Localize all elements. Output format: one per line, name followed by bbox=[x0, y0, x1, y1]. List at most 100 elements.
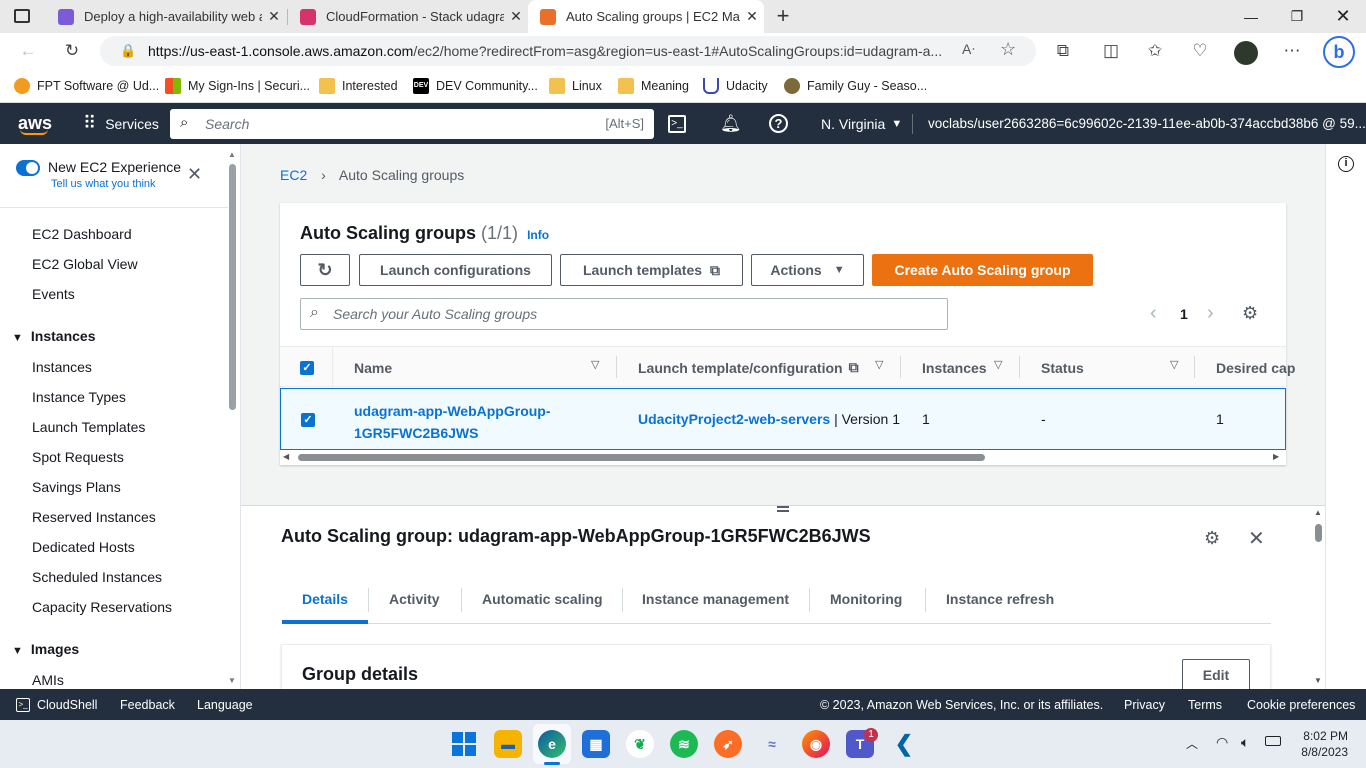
help-icon[interactable]: ? bbox=[769, 103, 788, 144]
tab-automatic-scaling[interactable]: Automatic scaling bbox=[482, 574, 603, 624]
windows-start-icon[interactable] bbox=[452, 732, 476, 756]
scroll-right-icon[interactable]: ▶ bbox=[1273, 452, 1279, 461]
breadcrumb-ec2[interactable]: EC2 bbox=[280, 167, 307, 183]
edit-button[interactable]: Edit bbox=[1182, 659, 1250, 689]
sort-icon[interactable]: ▽ bbox=[1170, 358, 1178, 371]
cloudshell-icon[interactable]: >_ bbox=[668, 103, 686, 144]
column-header-name[interactable]: Name bbox=[354, 347, 392, 388]
favorite-fpt[interactable]: FPT Software @ Ud... bbox=[14, 76, 159, 96]
url-field[interactable]: 🔒 https://us-east-1.console.aws.amazon.c… bbox=[100, 36, 1036, 66]
notifications-bell-icon[interactable]: 🔔︎ bbox=[720, 103, 742, 144]
next-page-icon[interactable]: › bbox=[1207, 302, 1214, 325]
tab-activity[interactable]: Activity bbox=[389, 574, 440, 624]
battery-icon[interactable] bbox=[1265, 736, 1281, 746]
close-icon[interactable]: ✕ bbox=[187, 164, 202, 185]
wifi-icon[interactable]: ◠ bbox=[1216, 734, 1228, 751]
table-row[interactable]: ✓ udagram-app-WebAppGroup- 1GR5FWC2B6JWS… bbox=[280, 388, 1286, 450]
spotify-icon[interactable]: ≋ bbox=[670, 730, 698, 758]
nav-savings-plans[interactable]: Savings Plans bbox=[32, 479, 121, 495]
row-checkbox[interactable]: ✓ bbox=[301, 413, 315, 427]
column-header-status[interactable]: Status bbox=[1041, 347, 1084, 388]
volume-icon[interactable]: 🔈︎ bbox=[1241, 734, 1249, 751]
microsoft-store-icon[interactable]: ▦ bbox=[582, 730, 610, 758]
back-icon[interactable]: ← bbox=[13, 36, 43, 66]
prev-page-icon[interactable]: ‹ bbox=[1150, 302, 1157, 325]
aws-logo[interactable]: aws bbox=[18, 103, 52, 144]
settings-gear-icon[interactable]: ⚙ bbox=[1204, 528, 1220, 549]
scroll-up-icon[interactable]: ▲ bbox=[1314, 508, 1322, 517]
scrollbar-thumb[interactable] bbox=[229, 164, 236, 410]
column-header-instances[interactable]: Instances bbox=[922, 347, 987, 388]
nav-capacity-reservations[interactable]: Capacity Reservations bbox=[32, 599, 172, 615]
nav-launch-templates[interactable]: Launch Templates bbox=[32, 419, 145, 435]
info-icon[interactable]: i bbox=[1338, 156, 1354, 172]
nav-ec2-dashboard[interactable]: EC2 Dashboard bbox=[32, 226, 132, 242]
nav-ec2-global-view[interactable]: EC2 Global View bbox=[32, 256, 138, 272]
nav-section-images[interactable]: ▼ Images bbox=[12, 641, 79, 657]
favorite-signins[interactable]: My Sign-Ins | Securi... bbox=[165, 76, 310, 96]
mongodb-compass-icon[interactable]: ❦ bbox=[626, 730, 654, 758]
scroll-down-icon[interactable]: ▼ bbox=[1314, 676, 1322, 685]
nav-spot-requests[interactable]: Spot Requests bbox=[32, 449, 124, 465]
resize-handle[interactable] bbox=[777, 506, 789, 512]
privacy-link[interactable]: Privacy bbox=[1124, 689, 1165, 720]
sidebar-scrollbar[interactable]: ▲ ▼ bbox=[228, 150, 237, 685]
account-menu[interactable]: voclabs/user2663286=6c99602c-2139-11ee-a… bbox=[928, 103, 1366, 144]
info-link[interactable]: Info bbox=[527, 228, 549, 242]
tab-actions-icon[interactable] bbox=[14, 9, 30, 23]
close-icon[interactable]: ✕ bbox=[504, 8, 528, 25]
favorite-dev[interactable]: DEV DEV Community... bbox=[413, 76, 538, 96]
nav-amis[interactable]: AMIs bbox=[32, 672, 64, 688]
close-icon[interactable]: ✕ bbox=[740, 8, 764, 25]
feedback-link[interactable]: Tell us what you think bbox=[51, 178, 156, 190]
scroll-left-icon[interactable]: ◀ bbox=[283, 452, 289, 461]
scroll-down-icon[interactable]: ▼ bbox=[228, 676, 236, 685]
close-icon[interactable]: ✕ bbox=[262, 8, 286, 25]
nav-events[interactable]: Events bbox=[32, 286, 75, 302]
favorite-linux[interactable]: Linux bbox=[549, 76, 602, 96]
scrollbar-thumb[interactable] bbox=[1315, 524, 1322, 542]
tab-monitoring[interactable]: Monitoring bbox=[830, 574, 902, 624]
scroll-up-icon[interactable]: ▲ bbox=[228, 150, 236, 159]
favorite-star-icon[interactable]: ☆ bbox=[1000, 39, 1016, 60]
chevron-up-icon[interactable]: ︿ bbox=[1186, 735, 1198, 752]
more-options-icon[interactable]: ⋯ bbox=[1277, 36, 1307, 66]
table-horizontal-scrollbar[interactable]: ◀ ▶ bbox=[283, 451, 1283, 463]
nav-instance-types[interactable]: Instance Types bbox=[32, 389, 126, 405]
services-menu[interactable]: ⠿ Services bbox=[83, 103, 159, 144]
browser-tab-cloudformation[interactable]: CloudFormation - Stack udagram ✕ bbox=[288, 0, 528, 33]
app-icon[interactable]: ≈ bbox=[758, 730, 786, 758]
minimize-button[interactable]: — bbox=[1228, 0, 1274, 33]
settings-gear-icon[interactable]: ⚙ bbox=[1242, 303, 1258, 324]
new-tab-button[interactable]: + bbox=[772, 4, 794, 28]
cloudshell-footer-button[interactable]: >_ CloudShell bbox=[16, 689, 97, 720]
restore-button[interactable]: ❐ bbox=[1274, 0, 1320, 33]
split-screen-icon[interactable]: ◫ bbox=[1096, 36, 1126, 66]
sort-icon[interactable]: ▽ bbox=[875, 358, 883, 371]
sort-icon[interactable]: ▽ bbox=[591, 358, 599, 371]
edge-browser-icon[interactable]: e bbox=[538, 730, 566, 758]
page-number[interactable]: 1 bbox=[1180, 306, 1188, 322]
close-icon[interactable]: ✕ bbox=[1248, 526, 1265, 551]
browser-essentials-icon[interactable]: ♡ bbox=[1185, 36, 1215, 66]
tab-instance-management[interactable]: Instance management bbox=[642, 574, 789, 624]
region-selector[interactable]: N. Virginia ▼ bbox=[821, 103, 902, 144]
favorite-meaning[interactable]: Meaning bbox=[618, 76, 689, 96]
favorite-interested[interactable]: Interested bbox=[319, 76, 398, 96]
favorite-familyguy[interactable]: Family Guy - Seaso... bbox=[784, 76, 927, 96]
firefox-icon[interactable]: ◉ bbox=[802, 730, 830, 758]
nav-section-instances[interactable]: ▼ Instances bbox=[12, 328, 95, 344]
vscode-icon[interactable]: ❮ bbox=[890, 730, 918, 758]
asg-search-input[interactable]: ⌕ Search your Auto Scaling groups bbox=[300, 298, 948, 330]
aws-search-input[interactable]: ⌕ Search [Alt+S] bbox=[170, 109, 654, 139]
nav-reserved-instances[interactable]: Reserved Instances bbox=[32, 509, 156, 525]
column-header-desired-capacity[interactable]: Desired cap bbox=[1216, 347, 1295, 388]
create-asg-button[interactable]: Create Auto Scaling group bbox=[872, 254, 1093, 286]
file-explorer-icon[interactable]: ▬ bbox=[494, 730, 522, 758]
read-aloud-icon[interactable]: Aᐧ bbox=[962, 41, 975, 58]
browser-tab-udacity[interactable]: Deploy a high-availability web ap ✕ bbox=[46, 0, 286, 33]
refresh-icon[interactable]: ↻ bbox=[57, 36, 87, 66]
lock-icon[interactable]: 🔒 bbox=[120, 43, 136, 59]
asg-name-link[interactable]: udagram-app-WebAppGroup- 1GR5FWC2B6JWS bbox=[354, 400, 551, 444]
select-all-checkbox[interactable]: ✓ bbox=[300, 361, 314, 375]
